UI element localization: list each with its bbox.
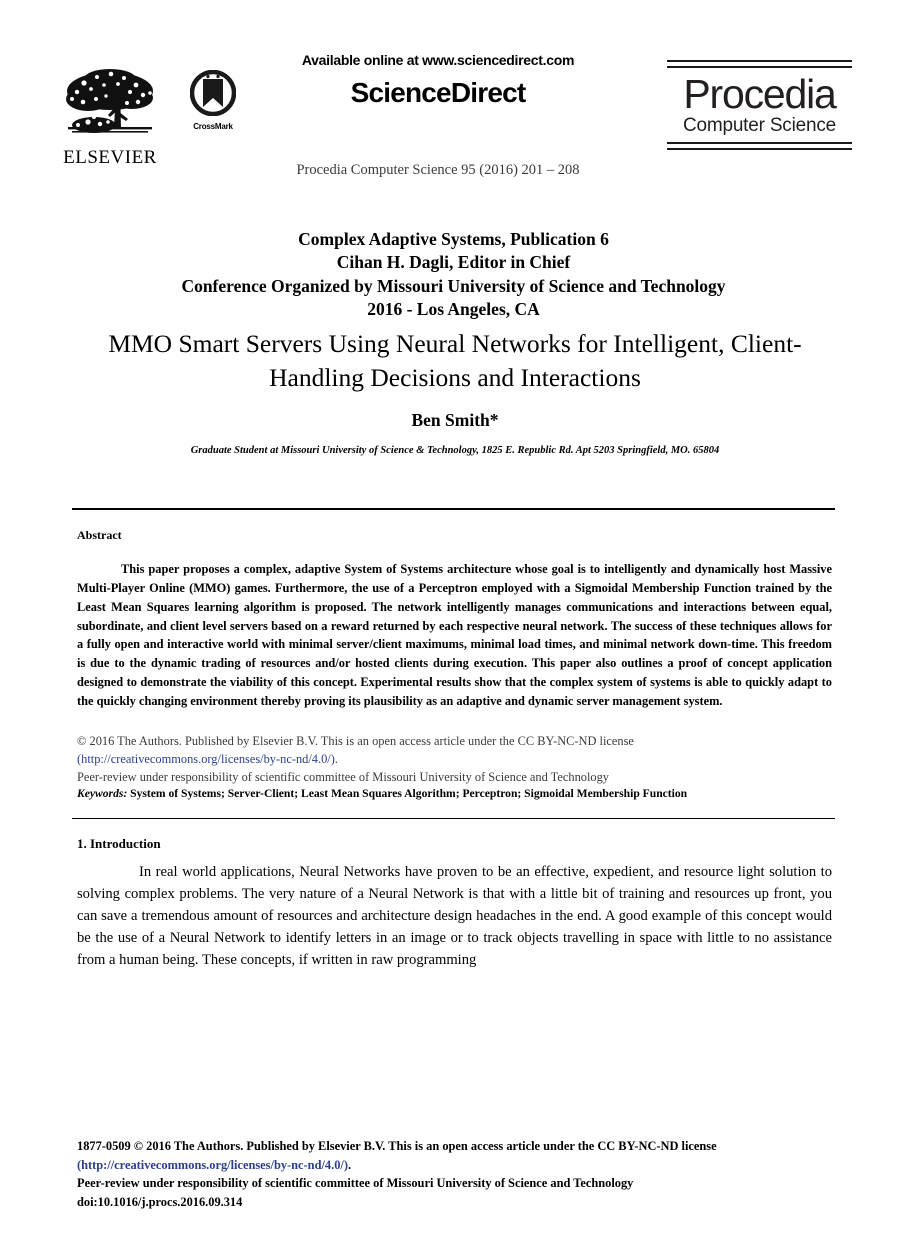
license-line: © 2016 The Authors. Published by Elsevie… xyxy=(77,734,634,748)
peer-review-line: Peer-review under responsibility of scie… xyxy=(77,769,610,784)
conference-header: Complex Adaptive Systems, Publication 6 … xyxy=(0,228,907,321)
procedia-logo: Procedia Computer Science xyxy=(667,60,852,150)
keywords-label: Keywords: xyxy=(77,787,128,800)
keywords-values: System of Systems; Server-Client; Least … xyxy=(127,787,688,800)
sciencedirect-wordmark: ScienceDirect xyxy=(350,76,527,108)
crossmark-label: CrossMark xyxy=(193,122,233,131)
page-footer: 1877-0509 © 2016 The Authors. Published … xyxy=(77,1137,837,1211)
paper-page: ELSEVIER CrossMark Available online at w… xyxy=(0,0,907,1238)
conference-line-3: Conference Organized by Missouri Univers… xyxy=(181,275,726,296)
license-url-link[interactable]: (http://creativecommons.org/licenses/by-… xyxy=(77,752,335,766)
license-url-suffix: . xyxy=(334,751,338,766)
available-online-text: Available online at www.sciencedirect.co… xyxy=(301,52,575,68)
conference-line-1: Complex Adaptive Systems, Publication 6 xyxy=(298,229,609,249)
footer-doi: doi:10.1016/j.procs.2016.09.314 xyxy=(77,1194,243,1209)
journal-reference: Procedia Computer Science 95 (2016) 201 … xyxy=(296,162,580,178)
abstract-heading: Abstract xyxy=(77,528,122,542)
elsevier-logo: ELSEVIER xyxy=(60,65,160,167)
abstract-body: This paper proposes a complex, adaptive … xyxy=(77,562,832,708)
footer-peer-review: Peer-review under responsibility of scie… xyxy=(77,1176,634,1191)
procedia-title: Procedia xyxy=(683,71,836,117)
section-heading-introduction: 1. Introduction xyxy=(77,836,161,851)
author-name: Ben Smith* xyxy=(411,410,499,430)
license-block: © 2016 The Authors. Published by Elsevie… xyxy=(77,733,832,787)
license-url-line: (http://creativecommons.org/licenses/by-… xyxy=(77,751,832,769)
masthead: ELSEVIER CrossMark Available online at w… xyxy=(0,52,907,192)
footer-url-suffix: . xyxy=(347,1157,352,1172)
abstract-top-rule xyxy=(72,508,835,510)
footer-url-link[interactable]: (http://creativecommons.org/licenses/by-… xyxy=(77,1158,348,1172)
footer-copyright: 1877-0509 © 2016 The Authors. Published … xyxy=(77,1139,717,1153)
article-title: MMO Smart Servers Using Neural Networks … xyxy=(108,329,802,392)
sciencedirect-block: Available online at www.sciencedirect.co… xyxy=(268,52,608,109)
footer-url-line: (http://creativecommons.org/licenses/by-… xyxy=(77,1156,837,1175)
crossmark-icon xyxy=(189,69,237,117)
elsevier-tree-icon xyxy=(66,69,153,133)
elsevier-wordmark: ELSEVIER xyxy=(63,147,157,168)
keywords-block: Keywords: System of Systems; Server-Clie… xyxy=(77,787,832,800)
conference-line-2: Cihan H. Dagli, Editor in Chief xyxy=(336,252,571,273)
procedia-subtitle: Computer Science xyxy=(682,115,837,137)
section-body-introduction: In real world applications, Neural Netwo… xyxy=(77,864,832,968)
crossmark-logo[interactable]: CrossMark xyxy=(180,69,246,131)
author-affiliation: Graduate Student at Missouri University … xyxy=(190,445,720,456)
conference-line-4: 2016 - Los Angeles, CA xyxy=(367,298,540,319)
keywords-bottom-rule xyxy=(72,818,835,819)
